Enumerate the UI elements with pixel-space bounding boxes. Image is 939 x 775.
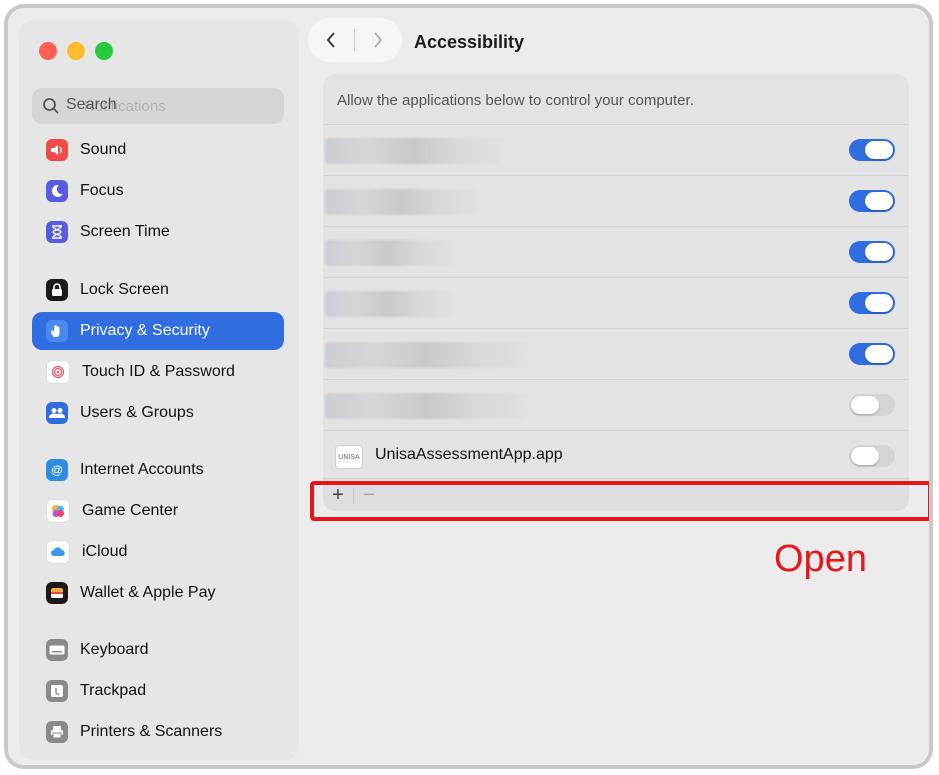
redacted-app-name — [325, 393, 527, 419]
toggle-knob — [851, 447, 879, 465]
sidebar: Notifications Search Sound Focus Screen … — [19, 20, 299, 760]
sidebar-item-privacy-security[interactable]: Privacy & Security — [32, 312, 284, 350]
sidebar-item-label: Screen Time — [80, 223, 170, 240]
fingerprint-icon — [46, 360, 70, 384]
minimize-button[interactable] — [67, 42, 85, 60]
settings-window: Notifications Search Sound Focus Screen … — [8, 8, 929, 765]
app-row[interactable] — [323, 226, 909, 277]
keyboard-icon — [46, 639, 68, 661]
trackpad-icon — [46, 680, 68, 702]
cloud-icon — [46, 540, 70, 564]
sidebar-item-label: Focus — [80, 182, 124, 199]
app-toggle[interactable] — [849, 445, 895, 467]
users-icon — [46, 402, 68, 424]
app-toggle[interactable] — [849, 292, 895, 314]
sidebar-item-trackpad[interactable]: Trackpad — [32, 672, 284, 710]
toggle-knob — [851, 396, 879, 414]
sidebar-item-label: Lock Screen — [80, 281, 169, 298]
chevron-left-icon — [326, 32, 335, 48]
chevron-right-icon — [374, 32, 383, 48]
hand-icon — [46, 320, 68, 342]
app-row-unisa[interactable]: UNISA UnisaAssessmentApp.app — [323, 430, 909, 481]
sidebar-item-label: Printers & Scanners — [80, 723, 223, 740]
app-row[interactable] — [323, 277, 909, 328]
annotation-highlight-box — [310, 481, 929, 521]
app-row[interactable] — [323, 328, 909, 379]
app-row[interactable] — [323, 175, 909, 226]
annotation-label: Open — [774, 538, 867, 580]
sidebar-item-label: Trackpad — [80, 682, 147, 699]
close-button[interactable] — [39, 42, 57, 60]
lock-icon — [46, 279, 68, 301]
speaker-icon — [46, 139, 68, 161]
sidebar-item-printers[interactable]: Printers & Scanners — [32, 713, 284, 751]
app-toggle[interactable] — [849, 343, 895, 365]
sidebar-item-users-groups[interactable]: Users & Groups — [32, 394, 284, 432]
toggle-knob — [865, 345, 893, 363]
sidebar-item-label: Keyboard — [80, 641, 149, 658]
search-placeholder: Search — [66, 96, 117, 113]
zoom-button[interactable] — [95, 42, 113, 60]
sidebar-item-sound[interactable]: Sound — [32, 131, 284, 169]
forward-button[interactable] — [355, 18, 401, 62]
page-title: Accessibility — [414, 32, 525, 52]
sidebar-item-focus[interactable]: Focus — [32, 172, 284, 210]
panel-description: Allow the applications below to control … — [337, 92, 694, 109]
sidebar-item-lock-screen[interactable]: Lock Screen — [32, 271, 284, 309]
toggle-knob — [865, 243, 893, 261]
toggle-knob — [865, 192, 893, 210]
sidebar-item-screen-time[interactable]: Screen Time — [32, 213, 284, 251]
redacted-app-name — [325, 189, 477, 215]
at-icon: @ — [46, 459, 68, 481]
back-button[interactable] — [308, 18, 354, 62]
sidebar-item-wallet[interactable]: Wallet & Apple Pay — [32, 574, 284, 612]
sidebar-item-label: iCloud — [82, 543, 128, 560]
wallet-icon — [46, 582, 68, 604]
hourglass-icon — [46, 221, 68, 243]
toggle-knob — [865, 141, 893, 159]
app-toggle[interactable] — [849, 241, 895, 263]
printer-icon — [46, 721, 68, 743]
app-row[interactable] — [323, 124, 909, 175]
app-toggle[interactable] — [849, 139, 895, 161]
sidebar-item-label: Wallet & Apple Pay — [80, 584, 216, 601]
sidebar-item-label: Internet Accounts — [80, 461, 204, 478]
unisa-app-icon: UNISA — [335, 445, 363, 469]
game-center-icon — [46, 499, 70, 523]
sidebar-item-label: Sound — [80, 141, 127, 158]
sidebar-item-keyboard[interactable]: Keyboard — [32, 631, 284, 669]
app-toggle[interactable] — [849, 190, 895, 212]
accessibility-apps-panel: Allow the applications below to control … — [323, 74, 909, 511]
sidebar-item-touch-id[interactable]: Touch ID & Password — [32, 353, 284, 391]
search-icon — [43, 98, 59, 114]
app-name: UnisaAssessmentApp.app — [375, 446, 563, 463]
toggle-knob — [865, 294, 893, 312]
app-toggle[interactable] — [849, 394, 895, 416]
redacted-app-name — [325, 342, 527, 368]
redacted-app-name — [325, 240, 452, 266]
navigation-controls — [308, 18, 402, 62]
sidebar-item-icloud[interactable]: iCloud — [32, 533, 284, 571]
sidebar-item-label: Privacy & Security — [80, 322, 210, 339]
sidebar-item-internet-accounts[interactable]: @ Internet Accounts — [32, 451, 284, 489]
redacted-app-name — [325, 291, 452, 317]
sidebar-item-label: Users & Groups — [80, 404, 194, 421]
window-controls — [39, 42, 113, 60]
sidebar-item-label: Game Center — [82, 502, 179, 519]
app-row[interactable] — [323, 379, 909, 430]
moon-icon — [46, 180, 68, 202]
redacted-app-name — [325, 138, 503, 164]
sidebar-item-label: Touch ID & Password — [82, 363, 235, 380]
screenshot-frame: Notifications Search Sound Focus Screen … — [4, 4, 933, 769]
sidebar-item-game-center[interactable]: Game Center — [32, 492, 284, 530]
search-input[interactable]: Notifications Search — [32, 88, 284, 124]
